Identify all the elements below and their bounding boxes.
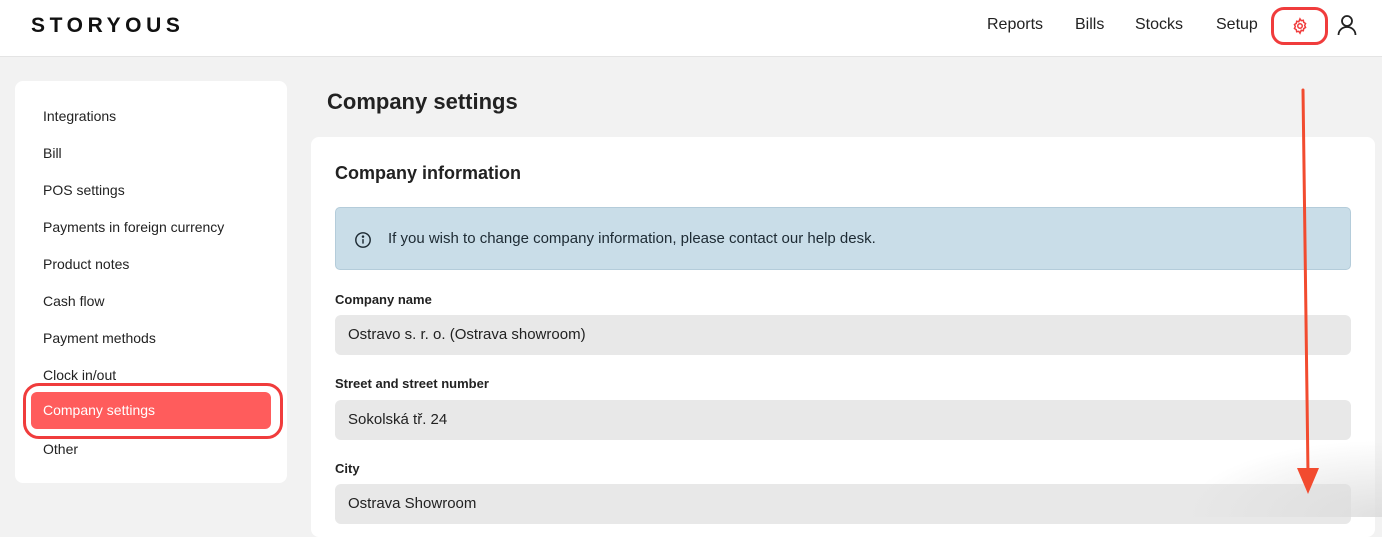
sidebar-item-cash-flow[interactable]: Cash flow (43, 293, 104, 309)
sidebar-item-other[interactable]: Other (43, 441, 78, 457)
company-name-field: Ostravo s. r. o. (Ostrava showroom) (335, 315, 1351, 355)
sidebar-item-clock-in-out[interactable]: Clock in/out (43, 367, 116, 383)
sidebar: Integrations Bill POS settings Payments … (15, 81, 287, 483)
nav-setup[interactable]: Setup (1216, 16, 1258, 34)
user-button[interactable] (1336, 13, 1358, 37)
sidebar-item-company-settings[interactable]: Company settings (31, 392, 271, 429)
sidebar-item-integrations[interactable]: Integrations (43, 108, 116, 124)
info-icon (355, 232, 371, 248)
user-icon (1337, 15, 1357, 36)
nav-bills[interactable]: Bills (1075, 16, 1104, 34)
nav-reports[interactable]: Reports (987, 16, 1043, 34)
street-field: Sokolská tř. 24 (335, 400, 1351, 440)
company-name-label: Company name (335, 292, 432, 307)
logo[interactable]: STORYOUS (31, 14, 185, 38)
settings-button[interactable] (1271, 7, 1328, 45)
city-label: City (335, 461, 360, 476)
city-field: Ostrava Showroom (335, 484, 1351, 524)
page-title: Company settings (327, 89, 518, 114)
sidebar-item-product-notes[interactable]: Product notes (43, 256, 129, 272)
sidebar-item-payment-methods[interactable]: Payment methods (43, 330, 156, 346)
section-title: Company information (335, 163, 522, 183)
nav-stocks[interactable]: Stocks (1135, 16, 1183, 34)
sidebar-item-pos-settings[interactable]: POS settings (43, 182, 125, 198)
sidebar-item-payments-foreign-currency[interactable]: Payments in foreign currency (43, 219, 224, 235)
street-label: Street and street number (335, 376, 489, 391)
gear-icon (1293, 17, 1306, 35)
info-text: If you wish to change company informatio… (388, 230, 876, 247)
sidebar-item-bill[interactable]: Bill (43, 145, 62, 161)
company-info-card: Company information If you wish to chang… (311, 137, 1375, 537)
top-bar: STORYOUS Reports Bills Stocks Setup (0, 0, 1382, 57)
info-alert: If you wish to change company informatio… (335, 207, 1351, 270)
